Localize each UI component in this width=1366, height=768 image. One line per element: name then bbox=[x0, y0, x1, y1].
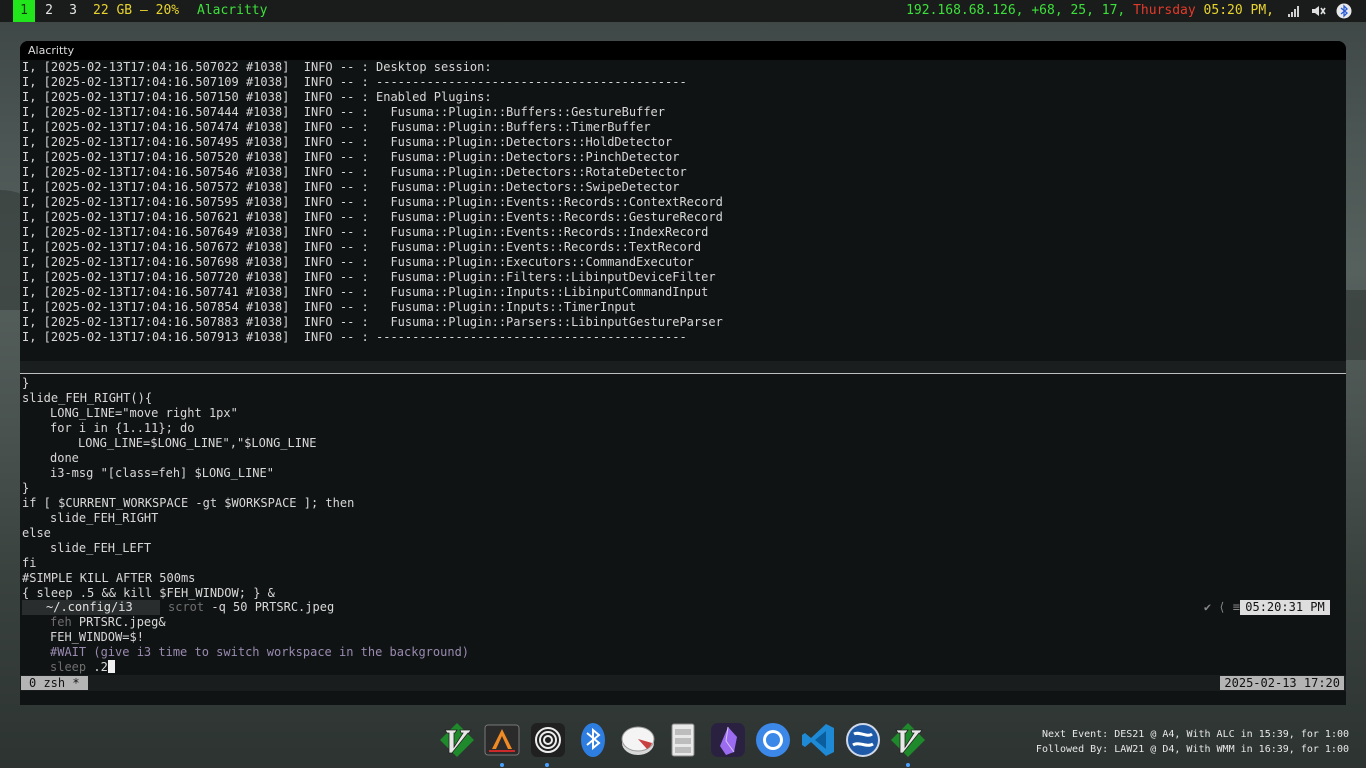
code-line: #SIMPLE KILL AFTER 500ms bbox=[22, 571, 196, 585]
command-args: PRTSRC.jpeg& bbox=[71, 615, 166, 629]
command-args: .2 bbox=[86, 660, 108, 674]
calendar-events: Next Event: DES21 @ A4, With ALC in 15:3… bbox=[1036, 727, 1349, 757]
code-line: i3-msg "[class=feh] $LONG_LINE" bbox=[50, 466, 274, 480]
command-word: scrot bbox=[168, 600, 205, 614]
workspace-2-button[interactable]: 2 bbox=[38, 0, 60, 22]
text-cursor bbox=[107, 660, 115, 673]
code-line: } bbox=[22, 376, 30, 390]
code-line: #WAIT (give i3 time to switch workspace … bbox=[22, 645, 1344, 660]
code-line: { sleep .5 && kill $FEH_WINDOW; } & bbox=[22, 586, 275, 600]
log-line: I, [2025-02-13T17:04:16.507520 #1038] IN… bbox=[22, 150, 680, 164]
vscode-icon[interactable] bbox=[799, 721, 837, 759]
prompt-command: scrot -q 50 PRTSRC.jpeg bbox=[168, 600, 334, 615]
code-line: done bbox=[50, 451, 79, 465]
log-line: I, [2025-02-13T17:04:16.507495 #1038] IN… bbox=[22, 135, 673, 149]
tmux-window-tab[interactable]: 0 zsh * bbox=[21, 676, 88, 690]
log-line: I, [2025-02-13T17:04:16.507474 #1038] IN… bbox=[22, 120, 651, 134]
top-status-bar: 1 2 3 22 GB – 20% Alacritty 192.168.68.1… bbox=[0, 0, 1366, 22]
prompt-time: 05:20:31 PM bbox=[1240, 600, 1330, 615]
code-line: feh PRTSRC.jpeg& bbox=[22, 615, 1344, 630]
log-line: I, [2025-02-13T17:04:16.507883 #1038] IN… bbox=[22, 315, 723, 329]
log-line: I, [2025-02-13T17:04:16.507621 #1038] IN… bbox=[22, 210, 723, 224]
status-text: 192.168.68.126, +68, 25, 17, Thursday 05… bbox=[906, 0, 1274, 22]
vim-icon[interactable] bbox=[438, 721, 476, 759]
log-line: I, [2025-02-13T17:04:16.507698 #1038] IN… bbox=[22, 255, 694, 269]
obsidian-icon[interactable] bbox=[709, 721, 747, 759]
code-line: LONG_LINE="move right 1px" bbox=[50, 406, 238, 420]
log-line: I, [2025-02-13T17:04:16.507572 #1038] IN… bbox=[22, 180, 680, 194]
log-line: I, [2025-02-13T17:04:16.507109 #1038] IN… bbox=[22, 75, 687, 89]
chromium-icon[interactable] bbox=[754, 721, 792, 759]
prompt-status-icons: ✔ ⟨ ≡ bbox=[1203, 600, 1240, 614]
code-line: fi bbox=[22, 556, 37, 570]
log-line: I, [2025-02-13T17:04:16.507649 #1038] IN… bbox=[22, 225, 709, 239]
comment-text: (give i3 time to switch workspace in the… bbox=[86, 645, 470, 659]
log-line: I, [2025-02-13T17:04:16.507022 #1038] IN… bbox=[22, 60, 492, 74]
command-args: -q 50 PRTSRC.jpeg bbox=[204, 600, 335, 614]
prompt-directory: ~/.config/i3 bbox=[22, 600, 160, 615]
memory-indicator: 22 GB – 20% bbox=[93, 3, 180, 18]
script-output-pane[interactable]: } slide_FEH_RIGHT(){LONG_LINE="move right… bbox=[22, 376, 1344, 601]
focused-window-title: Alacritty bbox=[197, 3, 268, 18]
weekday: Thursday bbox=[1125, 3, 1196, 18]
alacritty-window[interactable]: Alacritty I, [2025-02-13T17:04:16.507022… bbox=[20, 41, 1346, 705]
fusuma-log-pane[interactable]: I, [2025-02-13T17:04:16.507022 #1038] IN… bbox=[22, 60, 1344, 345]
command-continuation[interactable]: feh PRTSRC.jpeg& FEH_WINDOW=$! #WAIT (gi… bbox=[22, 615, 1344, 675]
code-line: LONG_LINE=$LONG_LINE","$LONG_LINE bbox=[78, 436, 317, 450]
signal-icon[interactable] bbox=[1286, 3, 1302, 19]
log-line: I, [2025-02-13T17:04:16.507672 #1038] IN… bbox=[22, 240, 702, 254]
running-indicator bbox=[500, 763, 504, 767]
workspace-3-button[interactable]: 3 bbox=[62, 0, 84, 22]
code-line: else bbox=[22, 526, 51, 540]
log-line: I, [2025-02-13T17:04:16.507595 #1038] IN… bbox=[22, 195, 723, 209]
command-word: sleep bbox=[50, 660, 87, 674]
command-word: feh bbox=[50, 615, 72, 629]
bluetooth-icon[interactable] bbox=[574, 721, 612, 759]
log-line: I, [2025-02-13T17:04:16.507150 #1038] IN… bbox=[22, 90, 492, 104]
file-manager-icon[interactable] bbox=[664, 721, 702, 759]
code-line: if [ $CURRENT_WORKSPACE -gt $WORKSPACE ]… bbox=[22, 496, 355, 510]
volume-muted-icon[interactable] bbox=[1310, 3, 1326, 19]
clock: 05:20 PM, bbox=[1195, 3, 1274, 18]
weather-temps: +68, 25, 17, bbox=[1023, 3, 1126, 18]
workspace-1-button[interactable]: 1 bbox=[13, 0, 35, 22]
code-line: slide_FEH_RIGHT bbox=[50, 511, 159, 525]
arch-terminal-icon[interactable] bbox=[483, 721, 521, 759]
log-line: I, [2025-02-13T17:04:16.507444 #1038] IN… bbox=[22, 105, 665, 119]
log-line: I, [2025-02-13T17:04:16.507854 #1038] IN… bbox=[22, 300, 637, 314]
log-line: I, [2025-02-13T17:04:16.507546 #1038] IN… bbox=[22, 165, 687, 179]
ip-address: 192.168.68.126, bbox=[906, 3, 1024, 18]
code-line: sleep .2 bbox=[22, 660, 1344, 675]
followed-by-event: Followed By: LAW21 @ D4, With WMM in 16:… bbox=[1035, 744, 1349, 755]
tmux-datetime: 2025-02-13 17:20 bbox=[1220, 676, 1344, 690]
target-icon[interactable] bbox=[529, 721, 567, 759]
disk-icon[interactable] bbox=[619, 721, 657, 759]
running-indicator bbox=[906, 763, 910, 767]
code-line: } bbox=[22, 481, 30, 495]
code-line: slide_FEH_RIGHT(){ bbox=[22, 391, 153, 405]
vim-icon[interactable] bbox=[889, 721, 927, 759]
comment-hash: #WAIT bbox=[50, 645, 87, 659]
log-line: I, [2025-02-13T17:04:16.507720 #1038] IN… bbox=[22, 270, 716, 284]
log-line: I, [2025-02-13T17:04:16.507741 #1038] IN… bbox=[22, 285, 709, 299]
globe-icon[interactable] bbox=[844, 721, 882, 759]
code-line: for i in {1..11}; do bbox=[50, 421, 195, 435]
pane-separator[interactable] bbox=[20, 361, 1346, 374]
tmux-status-bar: 0 zsh * 2025-02-13 17:20 bbox=[20, 675, 1346, 691]
code-line: FEH_WINDOW=$! bbox=[50, 630, 144, 644]
log-line: I, [2025-02-13T17:04:16.507913 #1038] IN… bbox=[22, 330, 687, 344]
next-event: Next Event: DES21 @ A4, With ALC in 15:3… bbox=[1041, 729, 1349, 740]
bluetooth-icon[interactable] bbox=[1336, 3, 1352, 19]
code-line: slide_FEH_LEFT bbox=[50, 541, 152, 555]
window-titlebar[interactable]: Alacritty bbox=[20, 41, 1346, 60]
running-indicator bbox=[545, 763, 549, 767]
shell-prompt[interactable]: ~/.config/i3 scrot -q 50 PRTSRC.jpeg ✔ ⟨… bbox=[22, 600, 1344, 615]
